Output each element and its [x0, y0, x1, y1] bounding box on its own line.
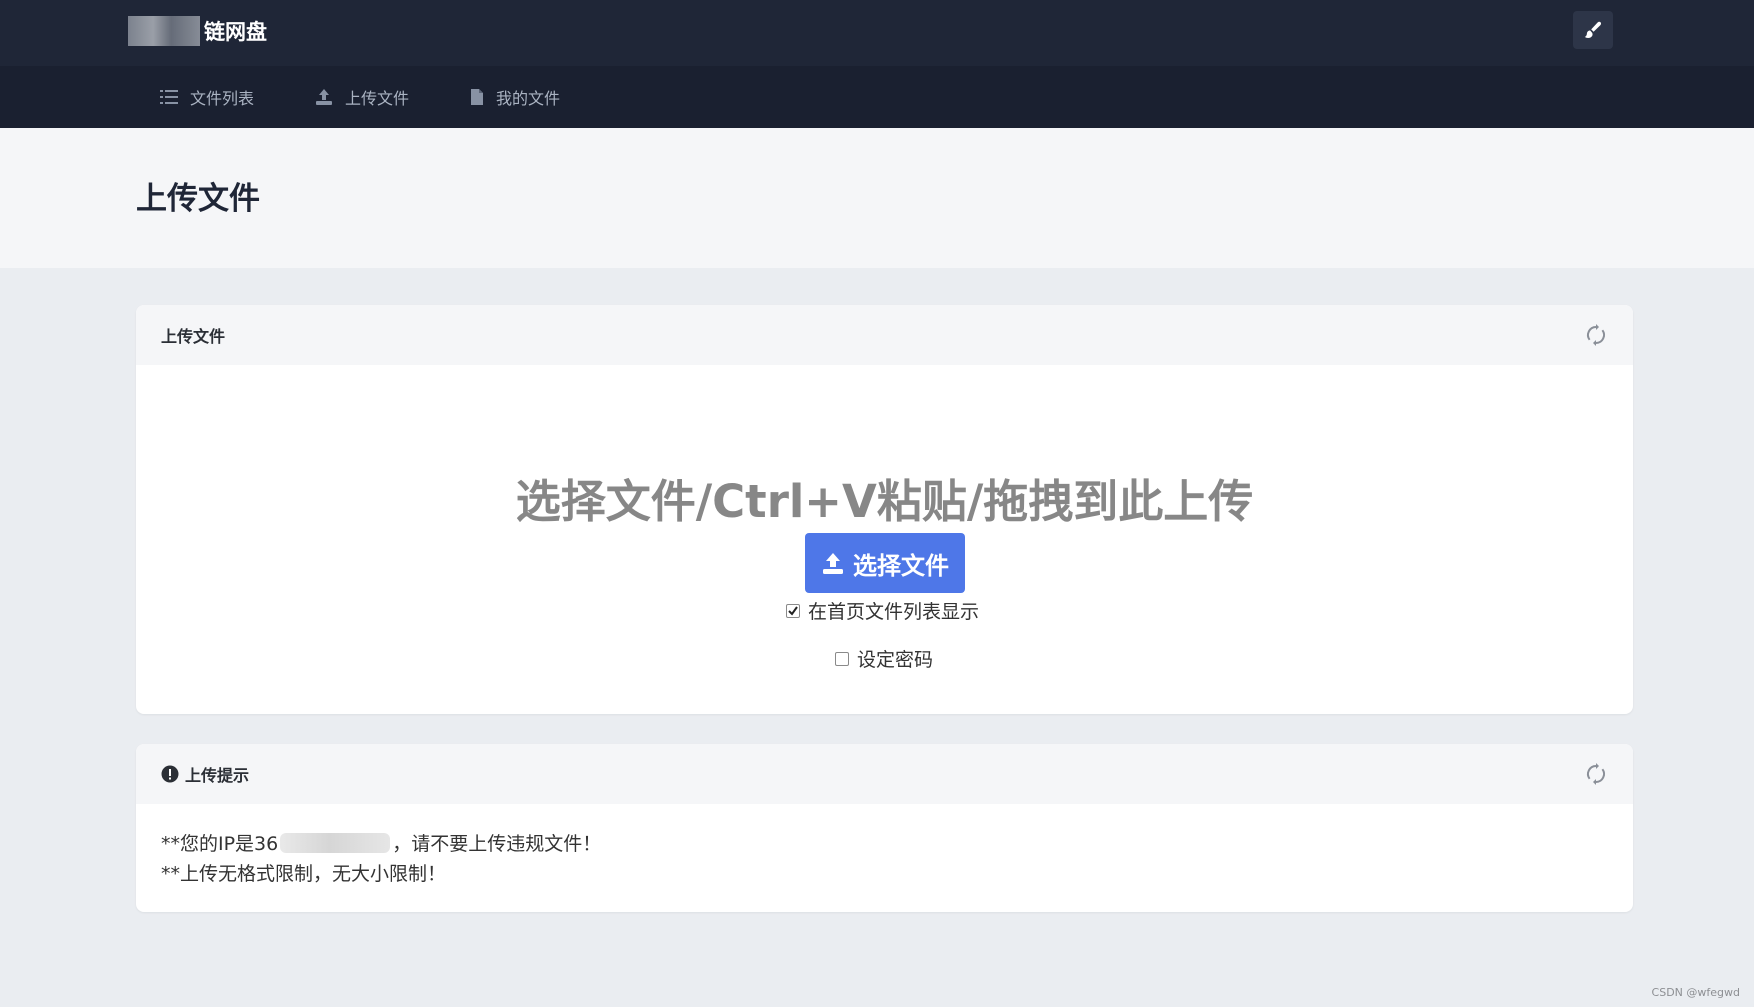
file-icon [471, 89, 483, 105]
select-file-button[interactable]: 选择文件 [805, 533, 965, 593]
upload-drop-zone-text[interactable]: 选择文件/Ctrl+V粘贴/拖拽到此上传 [136, 465, 1633, 530]
tip-ip-suffix: ，请不要上传违规文件！ [392, 833, 602, 855]
blurred-ip-region [280, 832, 391, 853]
upload-card-header: 上传文件 [136, 305, 1633, 365]
check-icon [788, 605, 798, 616]
select-file-button-label: 选择文件 [853, 551, 949, 580]
blurred-logo-region [128, 16, 200, 46]
site-logo[interactable]: 链网盘 [128, 14, 267, 48]
show-on-home-checkbox[interactable] [786, 603, 800, 618]
upload-card-title: 上传文件 [161, 327, 226, 346]
top-bar: 链网盘 [0, 0, 1754, 66]
upload-icon [823, 553, 843, 574]
watermark: CSDN @wfegwd [1651, 986, 1740, 999]
tip-no-limit-text: **上传无格式限制，无大小限制！ [161, 863, 447, 885]
exclamation-icon [161, 765, 179, 783]
page-title: 上传文件 [136, 181, 260, 217]
site-title: 链网盘 [204, 20, 267, 44]
set-password-checkbox[interactable] [835, 651, 849, 666]
set-password-option[interactable]: 设定密码 [835, 645, 933, 672]
theme-button[interactable] [1573, 11, 1613, 49]
refresh-icon[interactable] [1585, 763, 1607, 785]
nav-item-label: 上传文件 [345, 89, 410, 108]
upload-icon [316, 89, 332, 105]
nav-item-label: 我的文件 [496, 89, 561, 108]
main-nav: 文件列表 上传文件 我的文件 [0, 66, 1754, 128]
list-icon [160, 90, 178, 104]
brush-icon [1584, 21, 1602, 39]
tip-ip-prefix: **您的IP是36 [161, 833, 279, 855]
show-on-home-option[interactable]: 在首页文件列表显示 [786, 597, 979, 624]
nav-item-my-files[interactable]: 我的文件 [470, 66, 560, 128]
nav-item-label: 文件列表 [190, 89, 255, 108]
page-header: 上传文件 [0, 128, 1754, 268]
set-password-label: 设定密码 [857, 649, 934, 671]
tip-ip-notice: **您的IP是36 ，请不要上传违规文件！ [161, 829, 601, 856]
tips-card-header: 上传提示 [136, 744, 1633, 804]
upload-tips-card: 上传提示 **您的IP是36 ，请不要上传违规文件！ **上传无格式限制，无大小… [136, 744, 1633, 912]
tip-no-limit: **上传无格式限制，无大小限制！ [161, 859, 446, 886]
nav-item-upload[interactable]: 上传文件 [315, 66, 409, 128]
upload-card: 上传文件 选择文件/Ctrl+V粘贴/拖拽到此上传 选择文件 在首页文件列表显示… [136, 305, 1633, 714]
refresh-icon[interactable] [1585, 324, 1607, 346]
nav-item-file-list[interactable]: 文件列表 [160, 66, 254, 128]
tips-card-title: 上传提示 [185, 766, 250, 785]
show-on-home-label: 在首页文件列表显示 [808, 601, 980, 623]
